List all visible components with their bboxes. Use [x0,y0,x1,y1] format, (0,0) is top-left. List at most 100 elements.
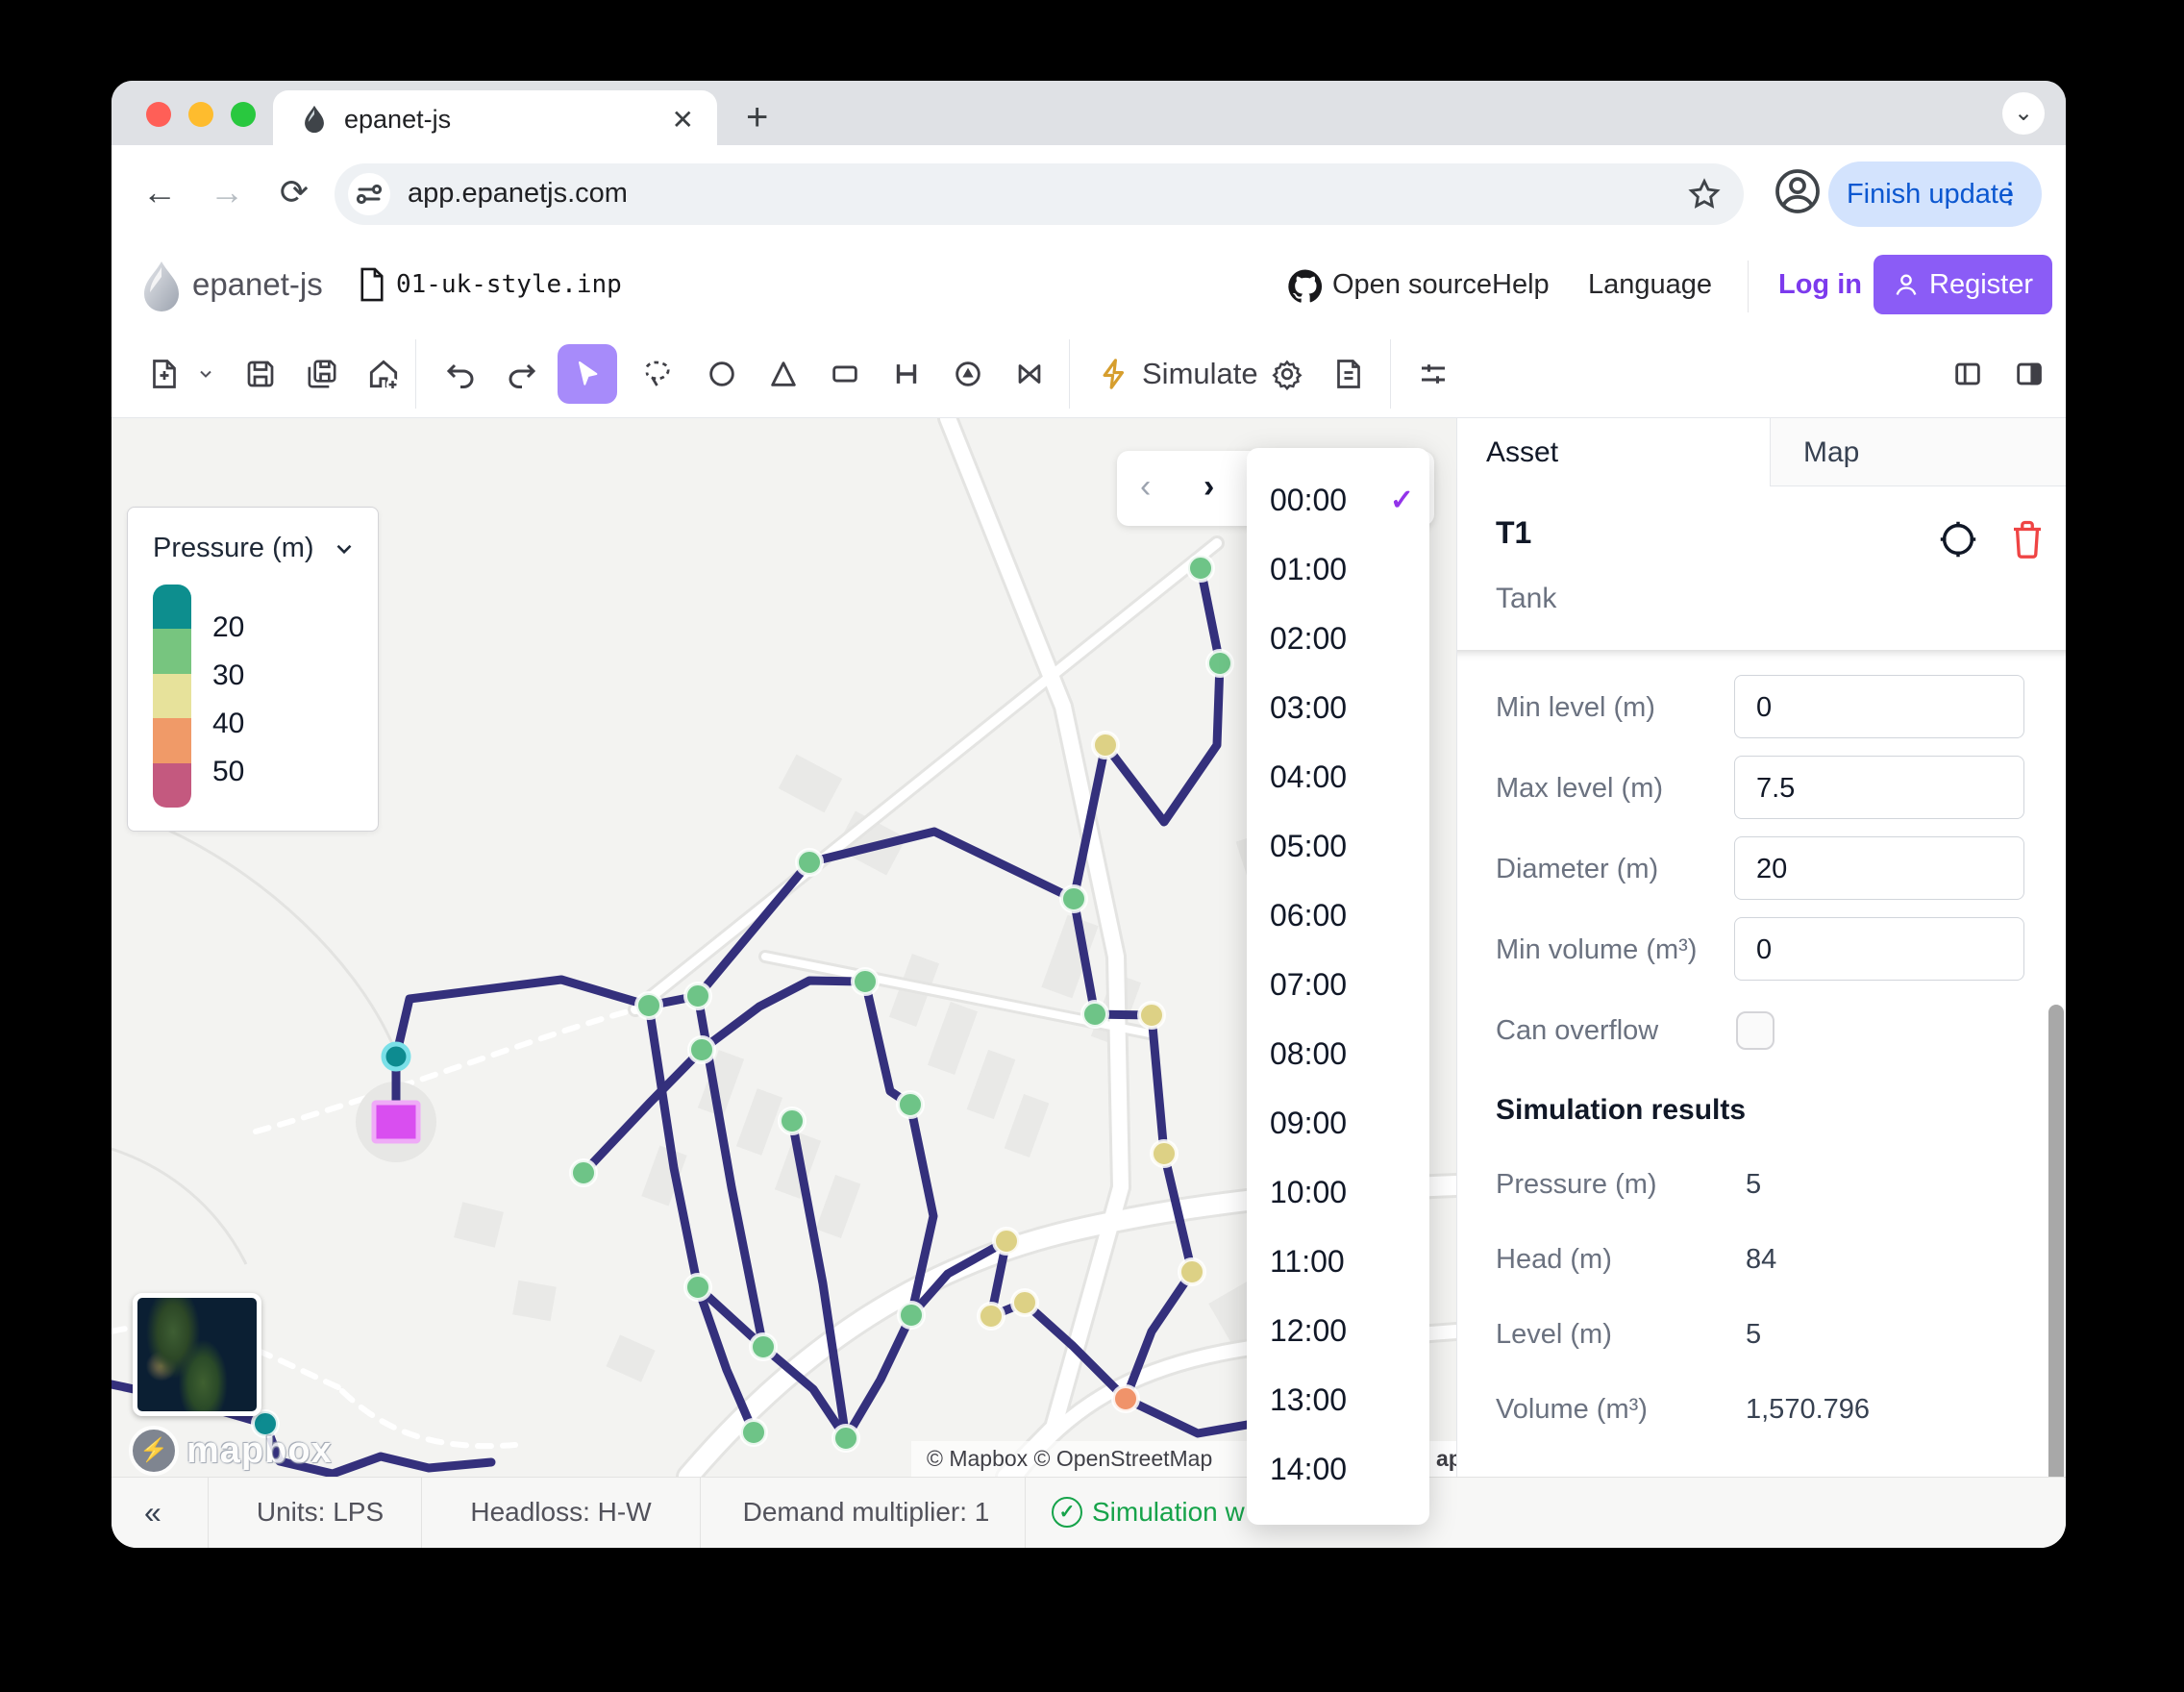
statusbar-item[interactable]: Headloss: H-W [429,1497,693,1528]
new-file-button[interactable] [135,344,194,404]
field-input[interactable]: 0 [1734,917,2024,981]
locate-asset-icon[interactable] [1936,517,1980,561]
browser-menu-kebab-icon[interactable]: ⋮ [1996,162,2024,227]
map-legend[interactable]: Pressure (m) 20304050 [127,507,379,832]
undo-button[interactable] [431,344,490,404]
node-green[interactable] [636,993,661,1018]
node-green[interactable] [685,983,710,1008]
filters-button[interactable] [1403,344,1463,404]
forward-button[interactable]: → [196,162,258,224]
node-yellow[interactable] [994,1229,1019,1254]
node-green[interactable] [899,1303,924,1328]
settings-button[interactable] [1257,344,1317,404]
pipe-tool-button[interactable] [877,344,936,404]
right-panel-toggle-button[interactable] [1999,344,2059,404]
app-brand[interactable]: epanet-js [192,266,323,303]
node-green[interactable] [797,850,822,875]
field-input[interactable]: 20 [1734,836,2024,900]
node-yellow[interactable] [1093,733,1118,758]
collapse-statusbar-button[interactable]: « [144,1495,161,1530]
reload-button[interactable]: ⟳ [263,162,325,224]
report-button[interactable] [1319,344,1378,404]
time-option[interactable]: 05:00 [1247,811,1429,881]
simulation-status[interactable]: ✓ Simulation w [1052,1497,1245,1528]
node-green[interactable] [571,1160,596,1185]
login-link[interactable]: Log in [1778,269,1862,301]
tab-close-icon[interactable]: ✕ [672,104,694,136]
time-option[interactable]: 12:00 [1247,1296,1429,1365]
bookmark-star-icon[interactable] [1686,176,1723,212]
tab-asset[interactable]: Asset [1457,418,1771,486]
node-yellow[interactable] [1179,1259,1204,1284]
field-input[interactable]: 0 [1734,675,2024,738]
node-green[interactable] [833,1426,858,1451]
node-green[interactable] [741,1420,766,1445]
node-yellow[interactable] [1139,1003,1164,1028]
node-green[interactable] [853,969,878,994]
time-option[interactable]: 09:00 [1247,1088,1429,1157]
junction-tool-button[interactable] [692,344,752,404]
reservoir-tool-button[interactable] [754,344,813,404]
node-green[interactable] [685,1275,710,1300]
next-timestep-button[interactable]: › [1204,468,1214,506]
time-option[interactable]: 15:00 [1247,1504,1429,1525]
time-option[interactable]: 14:00 [1247,1434,1429,1504]
file-chip[interactable]: 01-uk-style.inp [358,266,622,303]
time-option[interactable]: 00:00✓ [1247,465,1429,535]
browser-tab[interactable]: epanet-js ✕ [273,90,717,145]
node-green[interactable] [1207,651,1232,676]
language-link[interactable]: Language [1588,269,1712,301]
node-green[interactable] [898,1092,923,1117]
lasso-select-tool-button[interactable] [629,344,688,404]
save-as-button[interactable] [292,344,352,404]
time-option[interactable]: 10:00 [1247,1157,1429,1227]
profile-icon[interactable] [1771,164,1824,218]
help-link[interactable]: Help [1492,269,1550,301]
zoom-window-button[interactable] [231,102,256,127]
select-tool-button[interactable] [558,344,617,404]
time-option[interactable]: 02:00 [1247,604,1429,673]
node-teal[interactable] [384,1044,409,1069]
tank-tool-button[interactable] [815,344,875,404]
node-green[interactable] [689,1037,714,1062]
pipe[interactable] [698,862,809,996]
time-option[interactable]: 13:00 [1247,1365,1429,1434]
valve-tool-button[interactable] [1000,344,1059,404]
new-file-chevron-icon[interactable] [196,364,215,384]
open-source-link[interactable]: Open source [1332,269,1492,301]
home-add-button[interactable] [354,344,413,404]
time-dropdown[interactable]: 00:00✓01:0002:0003:0004:0005:0006:0007:0… [1247,448,1429,1525]
left-panel-toggle-button[interactable] [1938,344,1998,404]
simulate-button[interactable]: Simulate [1084,344,1272,404]
node-green[interactable] [780,1108,805,1133]
back-button[interactable]: ← [129,162,190,224]
prev-timestep-button[interactable]: ‹ [1140,468,1151,506]
time-option[interactable]: 07:00 [1247,950,1429,1019]
node-green[interactable] [751,1334,776,1359]
finish-update-button[interactable]: Finish update ⋮ [1828,162,2042,227]
legend-chevron-icon[interactable] [332,536,357,561]
time-option[interactable]: 01:00 [1247,535,1429,604]
pipe[interactable] [1201,568,1220,663]
field-input[interactable]: 7.5 [1734,756,2024,819]
minimize-window-button[interactable] [188,102,213,127]
node-green[interactable] [1188,556,1213,581]
time-option[interactable]: 03:00 [1247,673,1429,742]
time-option[interactable]: 06:00 [1247,881,1429,950]
redo-button[interactable] [492,344,552,404]
tab-search-button[interactable]: ⌄ [2002,92,2045,135]
close-window-button[interactable] [146,102,171,127]
legend-title[interactable]: Pressure (m) [153,533,314,564]
node-yellow[interactable] [979,1304,1004,1329]
pipe[interactable] [1105,663,1220,822]
can-overflow-checkbox[interactable] [1736,1011,1774,1050]
statusbar-item[interactable]: Units: LPS [219,1497,421,1528]
time-option[interactable]: 04:00 [1247,742,1429,811]
delete-asset-icon[interactable] [2007,517,2048,561]
tab-map[interactable]: Map [1771,418,2066,486]
minimap-globe[interactable] [133,1293,261,1416]
node-green[interactable] [1082,1002,1107,1027]
save-button[interactable] [231,344,290,404]
time-option[interactable]: 08:00 [1247,1019,1429,1088]
statusbar-item[interactable]: Demand multiplier: 1 [707,1497,1025,1528]
